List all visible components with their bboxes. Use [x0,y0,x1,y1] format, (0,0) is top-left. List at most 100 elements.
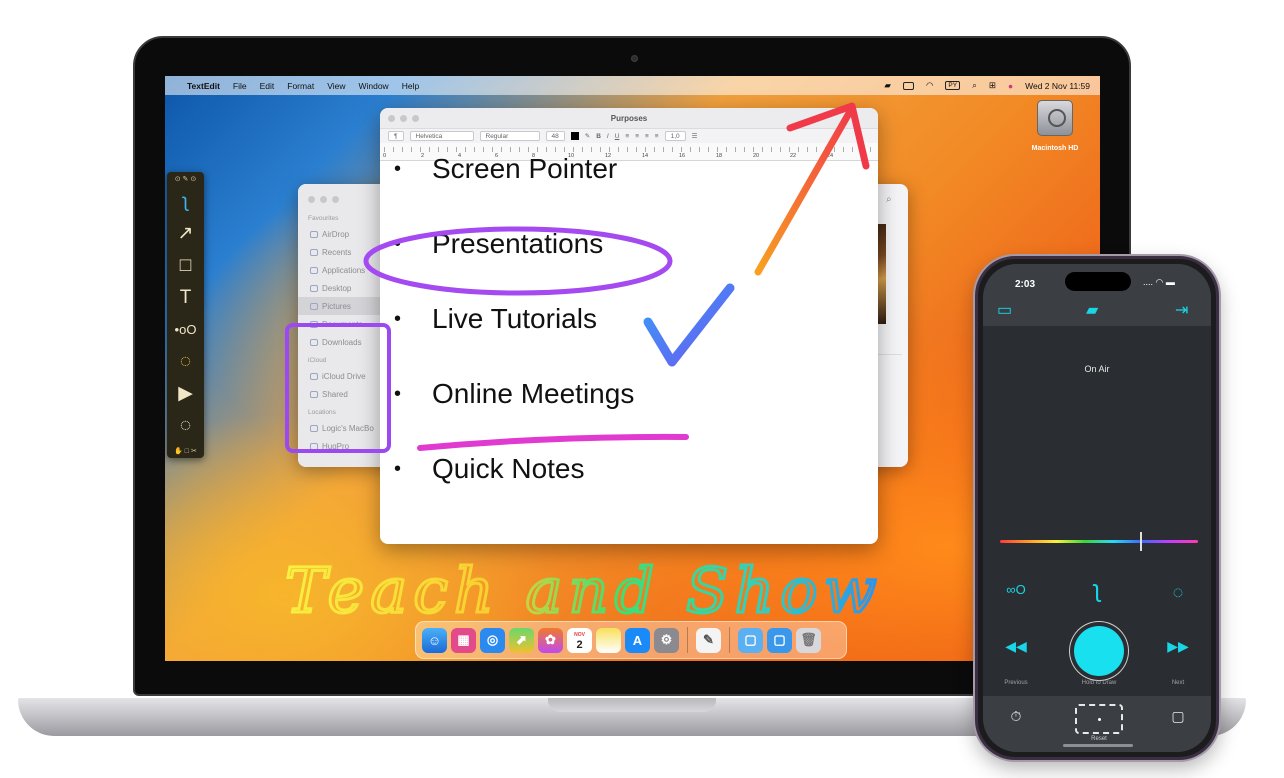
sidebar-item-recents[interactable]: Recents [298,243,386,261]
zoom-button[interactable] [332,196,339,203]
toolbar-window-controls[interactable]: ⊙ ✎ ⊙ [167,175,204,183]
menu-help[interactable]: Help [402,81,419,91]
next-icon[interactable]: ▶▶ [1163,638,1193,655]
bullet-marker: • [394,232,402,255]
trash-icon[interactable]: 🗑 [796,627,821,653]
input-source-indicator[interactable]: PY [945,81,961,90]
menu-file[interactable]: File [233,81,247,91]
minimize-button[interactable] [320,196,327,203]
bullet-marker: • [394,157,402,180]
sidebar-item-label: Shared [322,389,348,399]
font-size-select[interactable]: 48 [545,131,565,141]
mac-desktop: TextEdit File Edit Format View Window He… [165,76,1100,661]
spotlight-search-icon[interactable]: ⌕ [972,80,977,91]
capture-icon[interactable]: ▢ [1163,708,1193,725]
applications-folder-icon[interactable]: ▢ [738,627,763,653]
dock: ☺ ▦ ◎ ⬈ ✿ NOV 2 A ⚙ ✎ ▢ ▢ 🗑 [415,621,847,659]
hard-drive-icon[interactable] [1037,100,1073,136]
document-body[interactable]: • Screen Pointer • Presentations • Live Tut… [380,153,878,544]
align-right-icon[interactable]: ≡ [645,133,649,140]
menu-app-name[interactable]: TextEdit [187,81,220,91]
sidebar-item-downloads[interactable]: Downloads [298,333,386,351]
clear-cycle-icon[interactable]: ◌ [1163,582,1193,603]
menu-edit[interactable]: Edit [260,81,275,91]
phone-clock: 2:03 [1015,279,1036,290]
play-icon[interactable]: ▶ [167,384,204,404]
color-slider-handle[interactable] [1140,532,1142,551]
maps-icon[interactable]: ⬈ [509,627,534,653]
notes-icon[interactable] [596,627,621,653]
ruler-label: 24 [827,153,834,159]
wifi-icon[interactable]: ◠ [926,80,933,91]
timer-icon[interactable]: ⏱ [1001,708,1031,725]
bold-button[interactable]: B [596,133,601,140]
menu-datetime[interactable]: Wed 2 Nov 11:59 [1025,81,1090,91]
justify-icon[interactable]: ≡ [655,133,659,140]
battery-icon[interactable] [902,81,914,90]
finder-icon[interactable]: ☺ [422,627,447,653]
control-center-icon[interactable]: ⊞ [989,80,996,91]
applications-icon [310,266,318,274]
italic-button[interactable]: I [607,133,609,140]
sidebar-item-icloud-drive[interactable]: iCloud Drive [298,367,386,385]
align-center-icon[interactable]: ≡ [635,133,639,140]
sidebar-toggle-icon[interactable]: ▭ [997,300,1012,320]
photos-icon[interactable]: ✿ [538,627,563,653]
calendar-icon[interactable]: NOV 2 [567,627,592,653]
presentation-app-icon[interactable]: ▰ [884,80,891,91]
safari-icon[interactable]: ◎ [480,627,505,653]
line-spacing-select[interactable]: 1,0 [664,131,686,141]
align-left-icon[interactable]: ≡ [625,133,629,140]
pen-tool-icon[interactable]: ʅ [167,192,204,212]
menu-format[interactable]: Format [287,81,314,91]
sidebar-item-label: Documents [322,319,363,329]
highlight-color-icon[interactable]: ✎ [585,132,590,140]
arrow-tool-icon[interactable]: ↗ [167,224,204,244]
sidebar-item-shared[interactable]: Shared [298,385,386,403]
system-settings-icon[interactable]: ⚙ [654,627,679,653]
menu-view[interactable]: View [327,81,345,91]
ruler-label: 20 [753,153,760,159]
sidebar-item-airdrop[interactable]: AirDrop [298,225,386,243]
textedit-icon[interactable]: ✎ [696,627,721,653]
timer-icon[interactable]: ◌ [167,416,204,436]
launchpad-icon[interactable]: ▦ [451,627,476,653]
sidebar-item-desktop[interactable]: Desktop [298,279,386,297]
toolbar-bottom-controls[interactable]: ✋ □ ✂ [167,447,204,455]
search-icon[interactable]: ⌕ [886,194,892,205]
color-spectrum-slider[interactable] [1000,540,1198,543]
menu-window[interactable]: Window [358,81,388,91]
clock-icon [310,248,318,256]
screen-draw-icon[interactable]: ▰ [1086,300,1098,320]
sidebar-item-applications[interactable]: Applications [298,261,386,279]
rectangle-tool-icon[interactable]: □ [167,256,204,276]
sidebar-item-documents[interactable]: Documents [298,315,386,333]
sidebar-item-hugpro[interactable]: HugPro [298,437,386,455]
font-style-select[interactable]: Regular [479,131,540,141]
spotlight-tool-icon[interactable]: ∞O [1001,582,1031,597]
spotlight-tool-icon[interactable]: •oO [167,320,204,340]
text-color-swatch[interactable] [570,132,579,140]
sidebar-item-label: Pictures [322,301,351,311]
documents-icon [310,320,318,328]
underline-button[interactable]: U [615,133,620,140]
siri-icon[interactable]: ● [1008,81,1013,91]
color-picker-icon[interactable]: ◌ [167,352,204,372]
cloud-icon [310,372,318,380]
pen-tool-icon[interactable]: ʅ [1082,576,1112,604]
paragraph-style-select[interactable]: ¶ [388,131,404,141]
app-store-icon[interactable]: A [625,627,650,653]
list-style-icon[interactable]: ☰ [692,132,698,140]
sidebar-item-pictures[interactable]: Pictures [298,297,386,315]
downloads-icon [310,338,318,346]
hold-to-draw-button[interactable] [1074,626,1124,676]
list-item-text: Presentations [432,228,604,259]
sidebar-item-macbook[interactable]: Logic's MacBo [298,419,386,437]
close-button[interactable] [308,196,315,203]
dock-divider [687,627,688,653]
previous-icon[interactable]: ◀◀ [1001,638,1031,655]
downloads-folder-icon[interactable]: ▢ [767,627,792,653]
font-family-select[interactable]: Helvetica [409,131,474,141]
text-tool-icon[interactable]: T [167,288,204,308]
exit-icon[interactable]: ⇥ [1175,300,1188,320]
